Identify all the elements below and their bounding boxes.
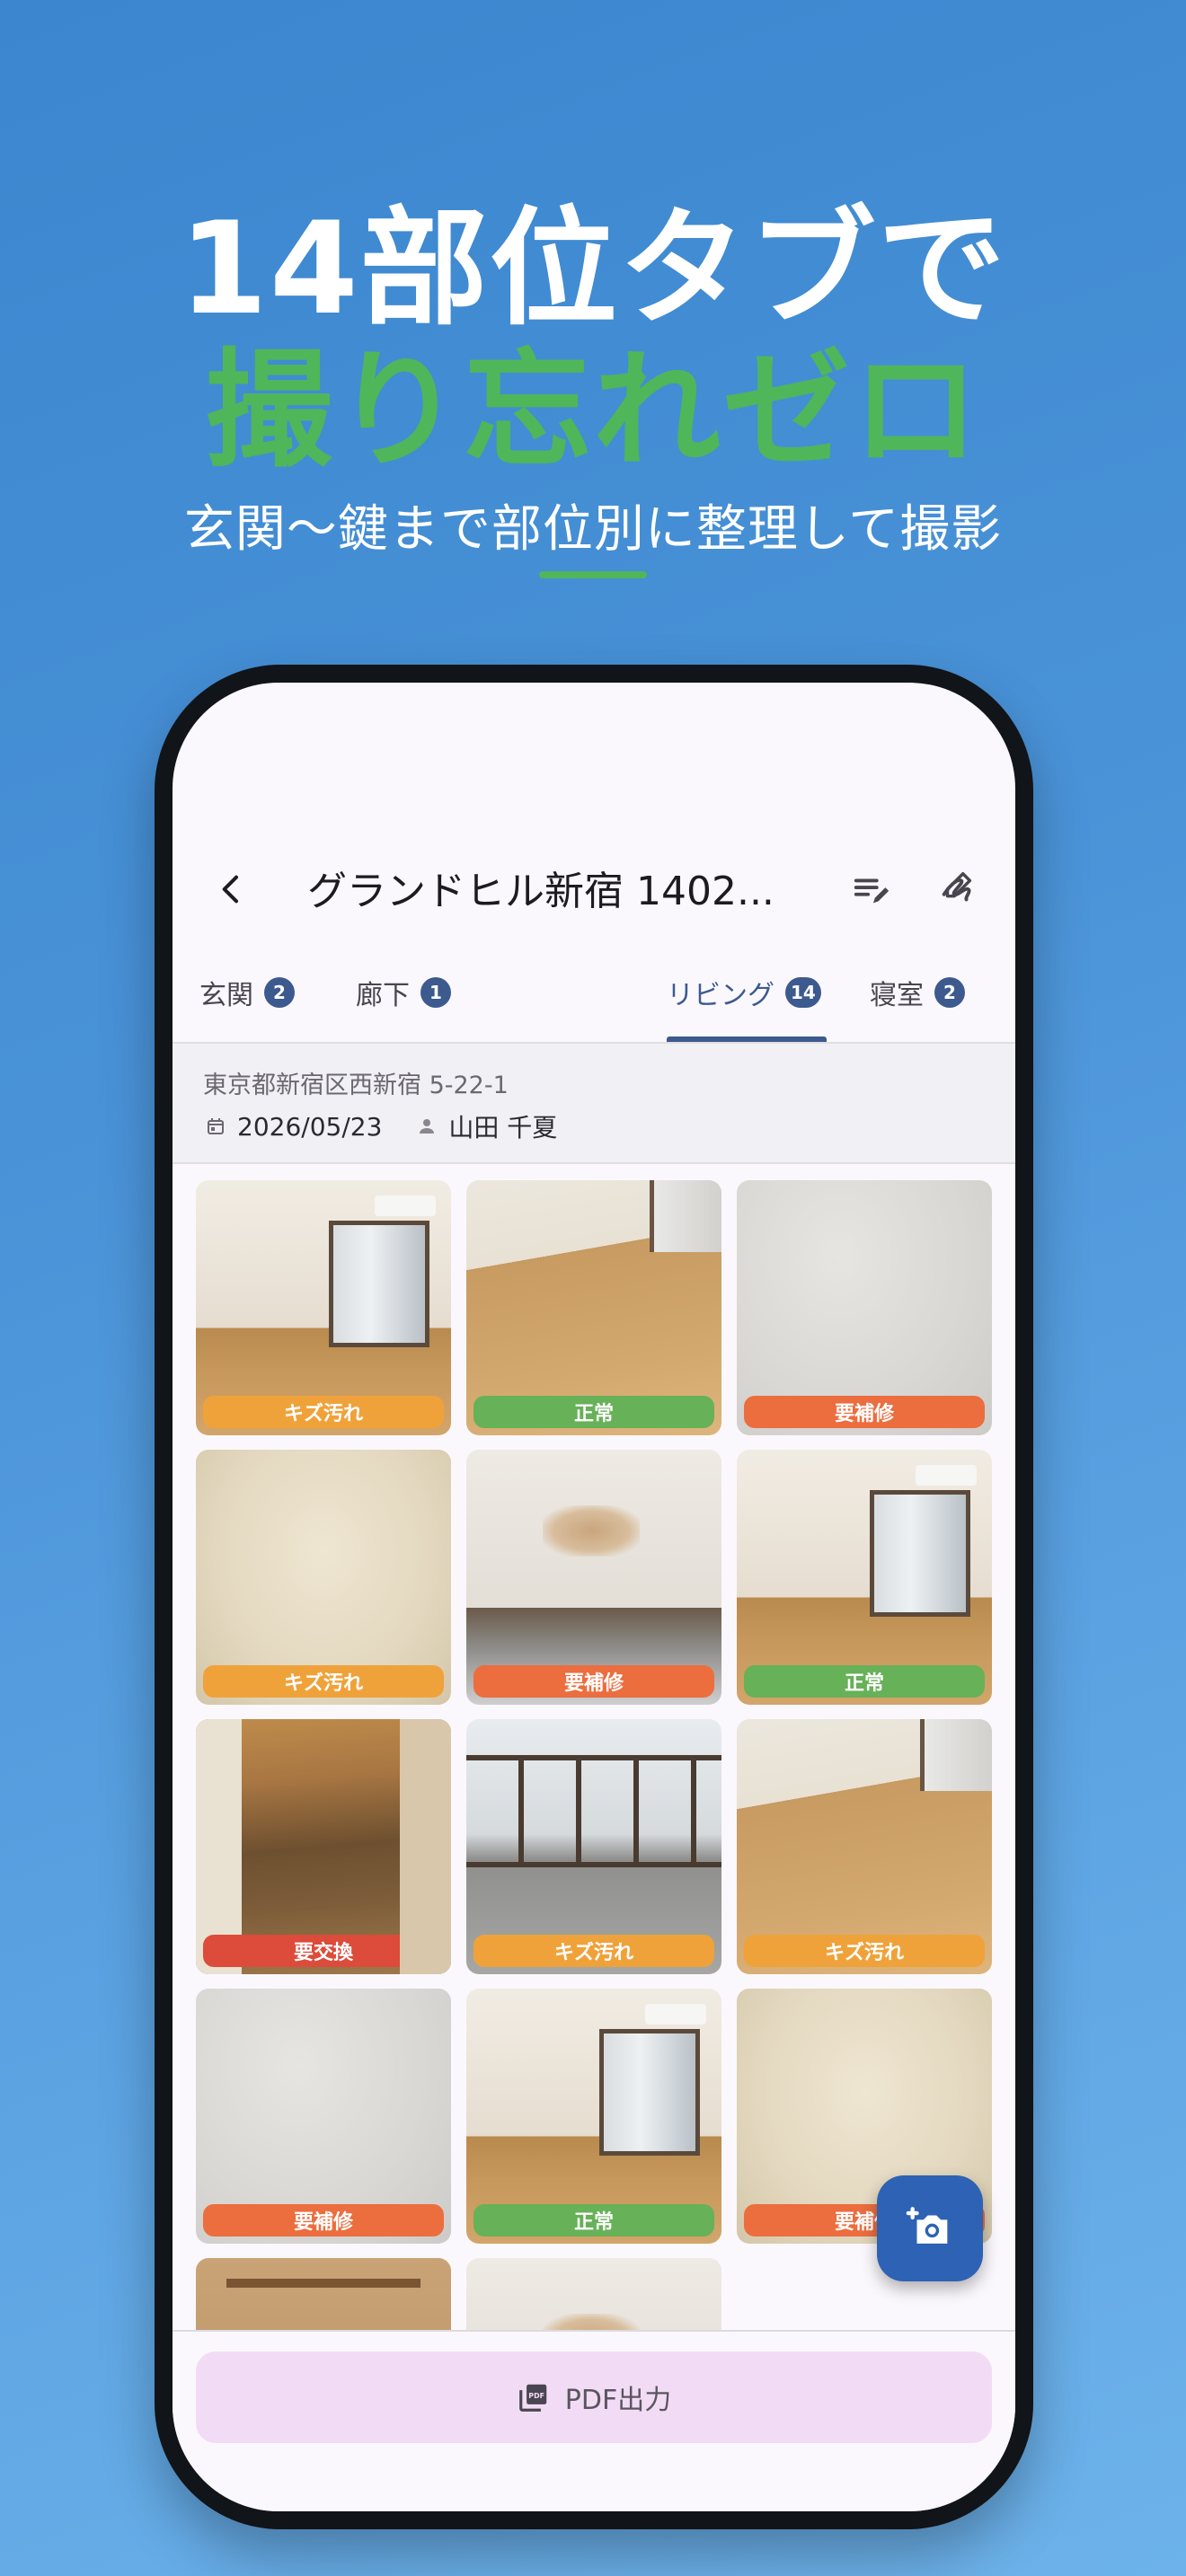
- person-icon: [414, 1114, 439, 1139]
- photo-tile[interactable]: 正常: [466, 1180, 721, 1435]
- status-badge: 要補修: [474, 1665, 714, 1698]
- photo-tile[interactable]: 要補修: [466, 1450, 721, 1705]
- draw-icon: [942, 872, 972, 902]
- section-tabs: 玄関 2 廊下 1 リビング 14 寝室 2 洋室 1: [173, 943, 1015, 1044]
- photo-tile[interactable]: 要補修: [196, 1989, 451, 2244]
- tab-count-badge: 14: [785, 977, 821, 1008]
- photo-tile[interactable]: 正常: [466, 1989, 721, 2244]
- status-badge: キズ汚れ: [203, 1665, 444, 1698]
- phone-frame: グランドヒル新宿 1402... 玄関 2 廊下 1 リビング 14 寝室 2 …: [155, 665, 1033, 2529]
- status-badge: キズ汚れ: [203, 1396, 444, 1428]
- pdf-export-label: PDF出力: [564, 2385, 672, 2416]
- tab-label: 廊下: [356, 980, 410, 1011]
- app-bar: グランドヒル新宿 1402...: [173, 835, 1015, 943]
- inspection-date: 2026/05/23: [237, 1111, 383, 1142]
- status-badge: 正常: [474, 2204, 714, 2236]
- photo-tile[interactable]: 要交換: [196, 1719, 451, 1974]
- property-info: 東京都新宿区西新宿 5-22-1 2026/05/23 山田 千夏: [173, 1044, 1015, 1164]
- edit-list-icon: [854, 878, 890, 904]
- app-screen: グランドヒル新宿 1402... 玄関 2 廊下 1 リビング 14 寝室 2 …: [173, 683, 1015, 2511]
- accent-divider: [539, 571, 647, 578]
- photo-tile[interactable]: 要補修: [737, 1180, 992, 1435]
- status-badge: キズ汚れ: [474, 1935, 714, 1967]
- active-tab-indicator: [667, 1037, 827, 1042]
- draw-button[interactable]: [931, 862, 985, 916]
- tab-label: 寝室: [870, 980, 924, 1011]
- promo-headline-line1: 14部位タブで: [179, 195, 1007, 343]
- status-badge: 要補修: [744, 1396, 985, 1428]
- photo-tile[interactable]: キズ汚れ: [196, 1450, 451, 1705]
- inspector-name: 山田 千夏: [448, 1113, 558, 1142]
- photo-tile[interactable]: キズ汚れ: [196, 1180, 451, 1435]
- photo-tile[interactable]: キズ汚れ: [737, 1719, 992, 1974]
- svg-text:PDF: PDF: [528, 2392, 544, 2400]
- photo-tile[interactable]: 正常: [737, 1450, 992, 1705]
- pdf-export-button[interactable]: PDF PDF出力: [196, 2351, 992, 2443]
- tab-label: リビング: [667, 980, 774, 1011]
- status-badge: キズ汚れ: [744, 1935, 985, 1967]
- edit-list-button[interactable]: [845, 862, 898, 916]
- pdf-icon: PDF: [518, 2384, 547, 2412]
- tab-count-badge: 2: [264, 977, 295, 1008]
- status-badge: 正常: [474, 1396, 714, 1428]
- status-badge: 要補修: [203, 2204, 444, 2236]
- back-button[interactable]: [203, 860, 261, 918]
- tab-label: 玄関: [199, 980, 253, 1011]
- tab-rouka[interactable]: 廊下 1: [356, 943, 451, 1042]
- tab-count-badge: 1: [420, 977, 451, 1008]
- tab-shinshitsu[interactable]: 寝室 2: [870, 943, 965, 1042]
- tab-living[interactable]: リビング 14: [667, 943, 821, 1042]
- status-badge: 正常: [744, 1665, 985, 1698]
- photo-tile[interactable]: キズ汚れ: [466, 1719, 721, 1974]
- chevron-left-icon: [222, 875, 238, 904]
- add-photo-icon: [906, 2207, 948, 2244]
- promo-subhead: 玄関〜鍵まで部位別に整理して撮影: [183, 500, 1003, 559]
- photo-grid: キズ汚れ 正常 要補修 キズ汚れ 要補修 正常 要交換 キズ汚れ キズ汚れ 要補…: [196, 1180, 992, 2348]
- property-address: 東京都新宿区西新宿 5-22-1: [203, 1072, 509, 1099]
- bottom-bar: PDF PDF出力: [173, 2330, 1015, 2511]
- add-photo-button[interactable]: [877, 2175, 983, 2281]
- calendar-icon: [203, 1114, 228, 1139]
- tab-count-badge: 2: [934, 977, 965, 1008]
- status-badge: 要交換: [203, 1935, 444, 1967]
- promo-headline-line2: 撮り忘れゼロ: [205, 337, 981, 485]
- page-title: グランドヒル新宿 1402...: [307, 869, 774, 914]
- tab-genkan[interactable]: 玄関 2: [199, 943, 295, 1042]
- property-meta: 2026/05/23 山田 千夏: [203, 1108, 557, 1144]
